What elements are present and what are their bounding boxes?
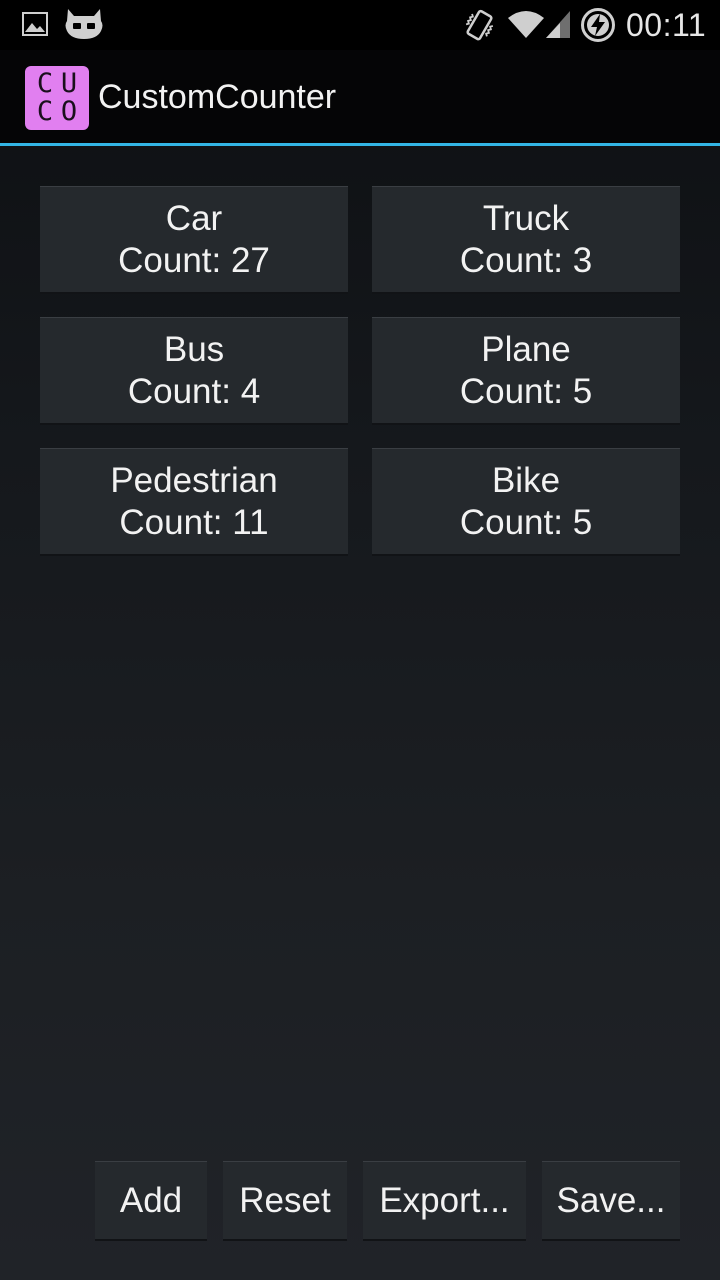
counter-name: Bike — [491, 460, 561, 500]
wifi-icon — [508, 11, 544, 38]
app-icon-letter: O — [60, 96, 78, 127]
status-time: 00:11 — [626, 7, 707, 43]
action-bar-divider — [0, 143, 720, 146]
add-button[interactable]: Add — [95, 1161, 207, 1241]
vibrate-icon — [465, 9, 494, 41]
export-button[interactable]: Export... — [363, 1161, 526, 1241]
counter-name: Plane — [481, 329, 571, 369]
counter-count: Count: 5 — [459, 371, 593, 411]
app-icon-letter: C — [36, 68, 54, 99]
counter-button-bus[interactable]: Bus Count: 4 — [40, 317, 348, 425]
cyanogenmod-icon — [65, 9, 103, 39]
status-bar: 00:11 — [0, 0, 720, 50]
counter-button-plane[interactable]: Plane Count: 5 — [372, 317, 680, 425]
signal-icon — [546, 11, 570, 38]
battery-charging-icon — [581, 8, 615, 42]
screen: 00:11 C U C O CustomCounter Car Count: 2… — [0, 0, 720, 1280]
counter-name: Truck — [482, 198, 570, 238]
counter-count: Count: 5 — [459, 502, 593, 542]
counter-count: Count: 4 — [127, 371, 261, 411]
app-icon[interactable]: C U C O — [25, 66, 89, 130]
app-icon-letter: C — [36, 96, 54, 127]
counter-name: Car — [165, 198, 223, 238]
counter-name: Pedestrian — [110, 460, 278, 500]
image-icon — [22, 12, 48, 36]
counter-count: Count: 11 — [119, 502, 269, 542]
app-icon-letter: U — [60, 68, 78, 99]
counter-button-pedestrian[interactable]: Pedestrian Count: 11 — [40, 448, 348, 556]
counter-name: Bus — [163, 329, 225, 369]
counter-button-car[interactable]: Car Count: 27 — [40, 186, 348, 294]
counter-button-bike[interactable]: Bike Count: 5 — [372, 448, 680, 556]
counter-button-truck[interactable]: Truck Count: 3 — [372, 186, 680, 294]
save-button[interactable]: Save... — [542, 1161, 680, 1241]
counter-count: Count: 3 — [459, 240, 593, 280]
counter-count: Count: 27 — [118, 240, 270, 280]
reset-button[interactable]: Reset — [223, 1161, 347, 1241]
app-title: CustomCounter — [98, 78, 337, 116]
